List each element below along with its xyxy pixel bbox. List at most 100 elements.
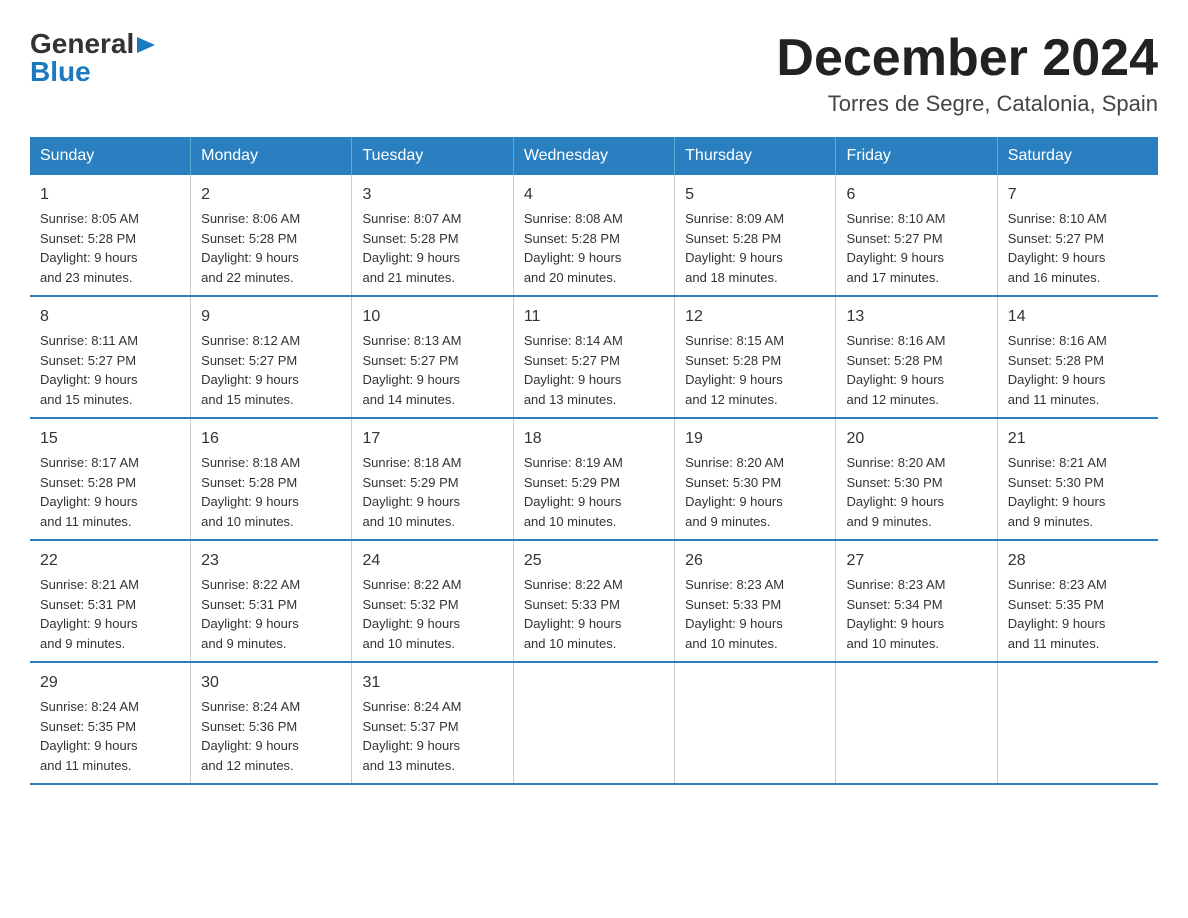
calendar-table: SundayMondayTuesdayWednesdayThursdayFrid… (30, 137, 1158, 785)
day-number: 23 (201, 549, 341, 573)
calendar-week-row: 8Sunrise: 8:11 AMSunset: 5:27 PMDaylight… (30, 296, 1158, 418)
calendar-cell (997, 662, 1158, 784)
day-info: Sunrise: 8:07 AMSunset: 5:28 PMDaylight:… (362, 209, 502, 287)
calendar-cell: 21Sunrise: 8:21 AMSunset: 5:30 PMDayligh… (997, 418, 1158, 540)
day-info: Sunrise: 8:16 AMSunset: 5:28 PMDaylight:… (1008, 331, 1148, 409)
day-number: 18 (524, 427, 664, 451)
calendar-cell: 13Sunrise: 8:16 AMSunset: 5:28 PMDayligh… (836, 296, 997, 418)
day-of-week-header: Thursday (675, 137, 836, 175)
calendar-cell: 27Sunrise: 8:23 AMSunset: 5:34 PMDayligh… (836, 540, 997, 662)
day-number: 2 (201, 183, 341, 207)
day-info: Sunrise: 8:20 AMSunset: 5:30 PMDaylight:… (685, 453, 825, 531)
day-number: 29 (40, 671, 180, 695)
calendar-cell: 18Sunrise: 8:19 AMSunset: 5:29 PMDayligh… (513, 418, 674, 540)
day-info: Sunrise: 8:19 AMSunset: 5:29 PMDaylight:… (524, 453, 664, 531)
logo-general-text: General (30, 30, 134, 58)
day-info: Sunrise: 8:23 AMSunset: 5:33 PMDaylight:… (685, 575, 825, 653)
day-info: Sunrise: 8:16 AMSunset: 5:28 PMDaylight:… (846, 331, 986, 409)
day-info: Sunrise: 8:23 AMSunset: 5:34 PMDaylight:… (846, 575, 986, 653)
day-number: 27 (846, 549, 986, 573)
calendar-cell: 23Sunrise: 8:22 AMSunset: 5:31 PMDayligh… (191, 540, 352, 662)
day-of-week-header: Friday (836, 137, 997, 175)
calendar-cell (513, 662, 674, 784)
calendar-cell: 12Sunrise: 8:15 AMSunset: 5:28 PMDayligh… (675, 296, 836, 418)
day-info: Sunrise: 8:13 AMSunset: 5:27 PMDaylight:… (362, 331, 502, 409)
calendar-cell: 11Sunrise: 8:14 AMSunset: 5:27 PMDayligh… (513, 296, 674, 418)
subtitle: Torres de Segre, Catalonia, Spain (776, 91, 1158, 117)
day-info: Sunrise: 8:17 AMSunset: 5:28 PMDaylight:… (40, 453, 180, 531)
calendar-cell: 14Sunrise: 8:16 AMSunset: 5:28 PMDayligh… (997, 296, 1158, 418)
day-number: 1 (40, 183, 180, 207)
day-number: 5 (685, 183, 825, 207)
day-of-week-header: Saturday (997, 137, 1158, 175)
calendar-cell: 16Sunrise: 8:18 AMSunset: 5:28 PMDayligh… (191, 418, 352, 540)
day-of-week-header: Tuesday (352, 137, 513, 175)
day-number: 25 (524, 549, 664, 573)
main-title: December 2024 (776, 30, 1158, 87)
calendar-cell: 26Sunrise: 8:23 AMSunset: 5:33 PMDayligh… (675, 540, 836, 662)
day-number: 26 (685, 549, 825, 573)
day-number: 17 (362, 427, 502, 451)
calendar-cell: 8Sunrise: 8:11 AMSunset: 5:27 PMDaylight… (30, 296, 191, 418)
day-info: Sunrise: 8:22 AMSunset: 5:33 PMDaylight:… (524, 575, 664, 653)
day-info: Sunrise: 8:11 AMSunset: 5:27 PMDaylight:… (40, 331, 180, 409)
calendar-cell: 30Sunrise: 8:24 AMSunset: 5:36 PMDayligh… (191, 662, 352, 784)
day-info: Sunrise: 8:21 AMSunset: 5:30 PMDaylight:… (1008, 453, 1148, 531)
calendar-cell: 1Sunrise: 8:05 AMSunset: 5:28 PMDaylight… (30, 175, 191, 296)
logo-blue-text: Blue (30, 58, 91, 86)
calendar-cell: 4Sunrise: 8:08 AMSunset: 5:28 PMDaylight… (513, 175, 674, 296)
day-number: 10 (362, 305, 502, 329)
day-info: Sunrise: 8:14 AMSunset: 5:27 PMDaylight:… (524, 331, 664, 409)
calendar-cell: 22Sunrise: 8:21 AMSunset: 5:31 PMDayligh… (30, 540, 191, 662)
day-info: Sunrise: 8:09 AMSunset: 5:28 PMDaylight:… (685, 209, 825, 287)
calendar-cell: 2Sunrise: 8:06 AMSunset: 5:28 PMDaylight… (191, 175, 352, 296)
day-info: Sunrise: 8:21 AMSunset: 5:31 PMDaylight:… (40, 575, 180, 653)
calendar-cell (836, 662, 997, 784)
calendar-header-row: SundayMondayTuesdayWednesdayThursdayFrid… (30, 137, 1158, 175)
calendar-cell: 6Sunrise: 8:10 AMSunset: 5:27 PMDaylight… (836, 175, 997, 296)
day-number: 21 (1008, 427, 1148, 451)
day-of-week-header: Monday (191, 137, 352, 175)
day-number: 24 (362, 549, 502, 573)
calendar-cell: 19Sunrise: 8:20 AMSunset: 5:30 PMDayligh… (675, 418, 836, 540)
day-number: 30 (201, 671, 341, 695)
day-number: 31 (362, 671, 502, 695)
calendar-week-row: 22Sunrise: 8:21 AMSunset: 5:31 PMDayligh… (30, 540, 1158, 662)
day-number: 16 (201, 427, 341, 451)
day-number: 12 (685, 305, 825, 329)
calendar-cell: 28Sunrise: 8:23 AMSunset: 5:35 PMDayligh… (997, 540, 1158, 662)
calendar-cell: 24Sunrise: 8:22 AMSunset: 5:32 PMDayligh… (352, 540, 513, 662)
day-info: Sunrise: 8:08 AMSunset: 5:28 PMDaylight:… (524, 209, 664, 287)
title-block: December 2024 Torres de Segre, Catalonia… (776, 30, 1158, 117)
day-info: Sunrise: 8:10 AMSunset: 5:27 PMDaylight:… (1008, 209, 1148, 287)
calendar-cell: 9Sunrise: 8:12 AMSunset: 5:27 PMDaylight… (191, 296, 352, 418)
day-number: 3 (362, 183, 502, 207)
calendar-cell: 17Sunrise: 8:18 AMSunset: 5:29 PMDayligh… (352, 418, 513, 540)
calendar-body: 1Sunrise: 8:05 AMSunset: 5:28 PMDaylight… (30, 175, 1158, 784)
day-number: 14 (1008, 305, 1148, 329)
logo-triangle-icon (137, 35, 157, 55)
calendar-cell (675, 662, 836, 784)
day-info: Sunrise: 8:22 AMSunset: 5:32 PMDaylight:… (362, 575, 502, 653)
calendar-cell: 10Sunrise: 8:13 AMSunset: 5:27 PMDayligh… (352, 296, 513, 418)
day-number: 9 (201, 305, 341, 329)
day-info: Sunrise: 8:05 AMSunset: 5:28 PMDaylight:… (40, 209, 180, 287)
day-number: 15 (40, 427, 180, 451)
day-info: Sunrise: 8:23 AMSunset: 5:35 PMDaylight:… (1008, 575, 1148, 653)
calendar-cell: 20Sunrise: 8:20 AMSunset: 5:30 PMDayligh… (836, 418, 997, 540)
day-number: 22 (40, 549, 180, 573)
day-of-week-header: Wednesday (513, 137, 674, 175)
day-info: Sunrise: 8:24 AMSunset: 5:35 PMDaylight:… (40, 697, 180, 775)
calendar-week-row: 15Sunrise: 8:17 AMSunset: 5:28 PMDayligh… (30, 418, 1158, 540)
day-info: Sunrise: 8:24 AMSunset: 5:37 PMDaylight:… (362, 697, 502, 775)
day-number: 19 (685, 427, 825, 451)
day-info: Sunrise: 8:15 AMSunset: 5:28 PMDaylight:… (685, 331, 825, 409)
day-number: 11 (524, 305, 664, 329)
day-info: Sunrise: 8:22 AMSunset: 5:31 PMDaylight:… (201, 575, 341, 653)
day-number: 6 (846, 183, 986, 207)
calendar-cell: 29Sunrise: 8:24 AMSunset: 5:35 PMDayligh… (30, 662, 191, 784)
page-header: General Blue December 2024 Torres de Seg… (30, 30, 1158, 117)
logo: General Blue (30, 30, 157, 86)
day-number: 4 (524, 183, 664, 207)
day-number: 8 (40, 305, 180, 329)
